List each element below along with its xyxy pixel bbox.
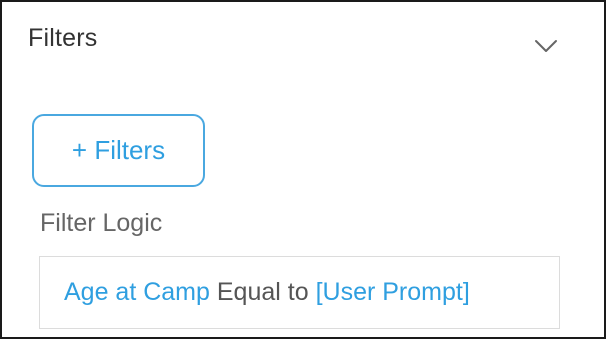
add-filters-button[interactable]: + Filters	[32, 114, 205, 187]
filter-logic-label: Filter Logic	[40, 209, 163, 237]
filter-field-name[interactable]: Age at Camp	[64, 278, 210, 307]
panel-title: Filters	[28, 24, 98, 52]
filters-panel: Filters + Filters Filter Logic Age at Ca…	[0, 0, 606, 339]
filter-logic-expression[interactable]: Age at Camp Equal to [User Prompt]	[39, 256, 560, 329]
filter-value-prompt[interactable]: [User Prompt]	[316, 278, 470, 307]
collapse-toggle[interactable]	[526, 28, 566, 64]
chevron-down-icon	[535, 40, 557, 52]
filter-operator: Equal to	[216, 278, 309, 306]
